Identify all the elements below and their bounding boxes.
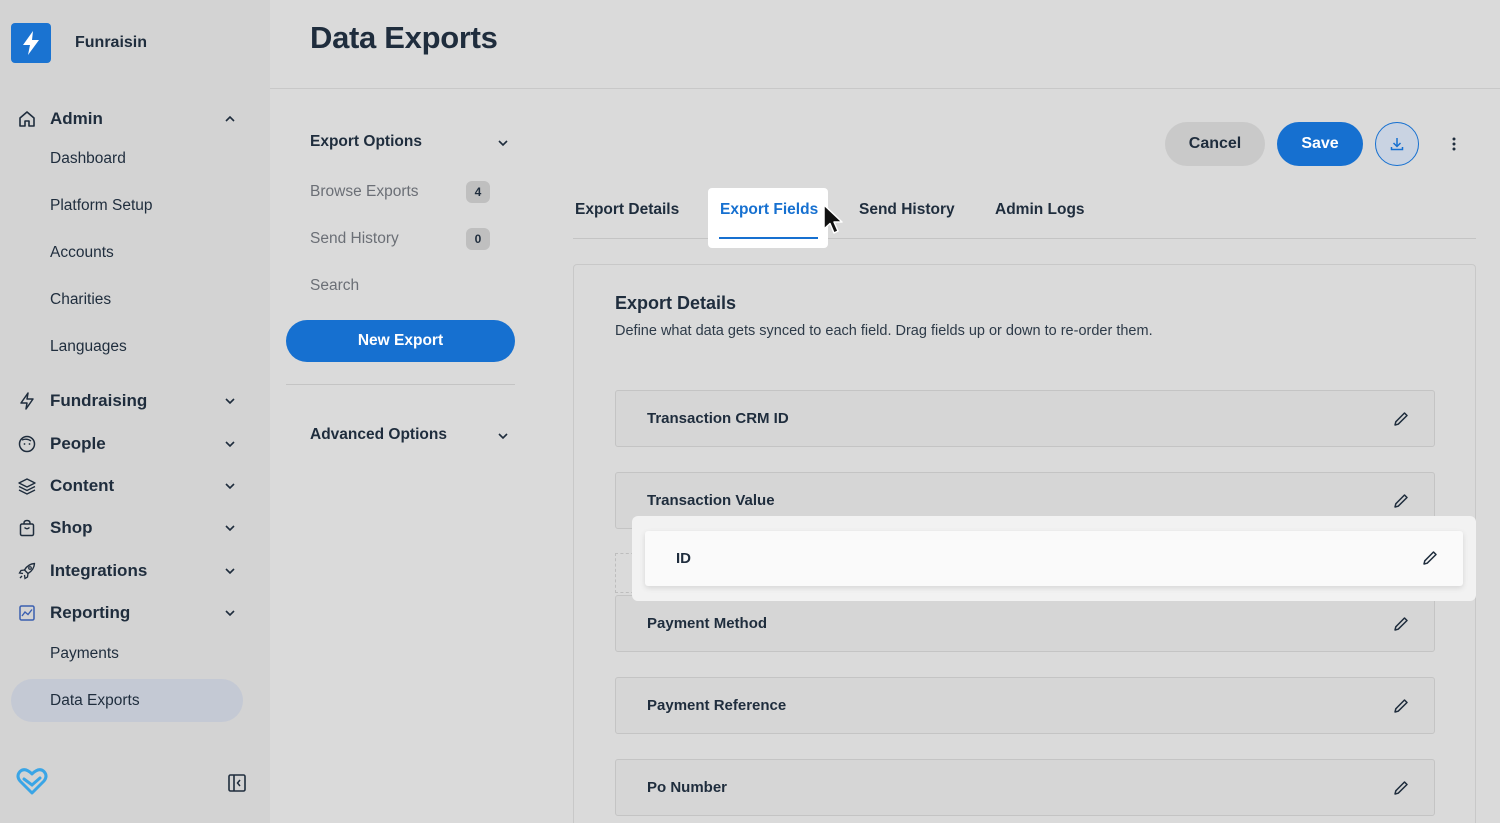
sidebar-item-dashboard[interactable]: Dashboard xyxy=(50,150,126,168)
sidebar-item-languages[interactable]: Languages xyxy=(50,338,127,356)
advanced-options-toggle[interactable]: Advanced Options xyxy=(310,426,447,444)
field-row[interactable]: Transaction CRM ID xyxy=(615,390,1435,447)
sidebar-group-label: Content xyxy=(50,476,115,495)
chevron-up-icon xyxy=(225,115,235,122)
option-search[interactable]: Search xyxy=(310,277,359,295)
more-options-button[interactable] xyxy=(1444,134,1464,154)
download-icon xyxy=(1390,138,1404,151)
field-label: Payment Reference xyxy=(647,697,787,714)
layers-icon xyxy=(16,475,38,497)
save-button[interactable]: Save xyxy=(1277,122,1363,166)
sidebar-item-charities[interactable]: Charities xyxy=(50,291,111,309)
chevron-down-icon xyxy=(225,441,235,448)
rocket-icon xyxy=(16,560,38,582)
tab-active-underline xyxy=(719,237,818,239)
more-vertical-icon xyxy=(1452,137,1456,151)
cancel-button[interactable]: Cancel xyxy=(1165,122,1265,166)
pencil-icon[interactable] xyxy=(1421,549,1439,567)
page-header: Data Exports xyxy=(270,0,1500,89)
mouse-cursor-icon xyxy=(823,204,843,234)
bolt-icon xyxy=(16,390,38,412)
sidebar-group-label: Fundraising xyxy=(50,391,148,410)
pencil-icon[interactable] xyxy=(1392,410,1410,428)
chevron-down-icon xyxy=(225,483,235,490)
tab-admin-logs[interactable]: Admin Logs xyxy=(995,201,1085,219)
sidebar-group-label: People xyxy=(50,434,106,453)
field-row[interactable]: Payment Method xyxy=(615,595,1435,652)
field-label: Po Number xyxy=(647,779,728,796)
field-row[interactable]: Po Number xyxy=(615,759,1435,816)
sidebar-group-label: Admin xyxy=(50,109,103,128)
home-icon xyxy=(16,108,38,130)
sidebar-item-accounts[interactable]: Accounts xyxy=(50,244,114,262)
count-badge: 0 xyxy=(466,228,490,250)
chart-icon xyxy=(16,602,38,624)
sidebar-group-label: Reporting xyxy=(50,603,131,622)
heart-logo-icon xyxy=(16,768,48,795)
brand-name: Funraisin xyxy=(75,34,148,51)
pencil-icon[interactable] xyxy=(1392,697,1410,715)
face-icon xyxy=(16,433,38,455)
pencil-icon[interactable] xyxy=(1392,492,1410,510)
sidebar-group-people[interactable]: People xyxy=(16,430,246,458)
chevron-down-icon xyxy=(225,398,235,405)
sidebar-group-reporting[interactable]: Reporting xyxy=(16,599,246,627)
bolt-logo-icon xyxy=(11,23,51,63)
dragging-field-row[interactable]: ID xyxy=(645,531,1463,586)
option-send-history[interactable]: Send History xyxy=(310,230,399,248)
sidebar-group-label: Shop xyxy=(50,518,93,537)
tab-export-details[interactable]: Export Details xyxy=(575,201,679,219)
option-browse-exports[interactable]: Browse Exports xyxy=(310,183,419,201)
sidebar-group-integrations[interactable]: Integrations xyxy=(16,557,246,585)
sidebar-group-shop[interactable]: Shop xyxy=(16,514,246,542)
new-export-button[interactable]: New Export xyxy=(286,320,515,362)
export-options-toggle[interactable]: Export Options xyxy=(310,133,422,151)
field-row[interactable]: Payment Reference xyxy=(615,677,1435,734)
sidebar-group-admin[interactable]: Admin xyxy=(16,105,246,133)
sidebar-item-data-exports[interactable]: Data Exports xyxy=(50,692,140,710)
tab-send-history[interactable]: Send History xyxy=(859,201,955,219)
tab-export-fields[interactable]: Export Fields xyxy=(720,201,818,219)
page-title: Data Exports xyxy=(310,20,498,55)
field-label: ID xyxy=(676,550,691,567)
chevron-down-icon[interactable] xyxy=(495,135,511,151)
sidebar-group-label: Integrations xyxy=(50,561,148,580)
field-label: Transaction CRM ID xyxy=(647,410,789,427)
pencil-icon[interactable] xyxy=(1392,779,1410,797)
chevron-down-icon xyxy=(225,525,235,532)
divider xyxy=(286,384,515,385)
pencil-icon[interactable] xyxy=(1392,615,1410,633)
shopping-bag-icon xyxy=(16,517,38,539)
collapse-sidebar-icon[interactable] xyxy=(227,773,247,793)
brand[interactable]: Funraisin xyxy=(11,23,147,63)
sidebar-group-content[interactable]: Content xyxy=(16,472,246,500)
download-button[interactable] xyxy=(1375,122,1419,166)
chevron-down-icon xyxy=(225,568,235,575)
sidebar: Funraisin Admin Dashboard Platform Setup… xyxy=(0,0,270,823)
card-description: Define what data gets synced to each fie… xyxy=(615,323,1153,339)
card-title: Export Details xyxy=(615,293,737,313)
count-badge: 4 xyxy=(466,181,490,203)
field-label: Payment Method xyxy=(647,615,768,632)
sidebar-group-fundraising[interactable]: Fundraising xyxy=(16,387,246,415)
sidebar-item-platform-setup[interactable]: Platform Setup xyxy=(50,197,153,215)
field-label: Transaction Value xyxy=(647,492,775,509)
chevron-down-icon xyxy=(225,610,235,617)
chevron-down-icon[interactable] xyxy=(495,428,511,444)
sidebar-item-payments[interactable]: Payments xyxy=(50,645,119,663)
